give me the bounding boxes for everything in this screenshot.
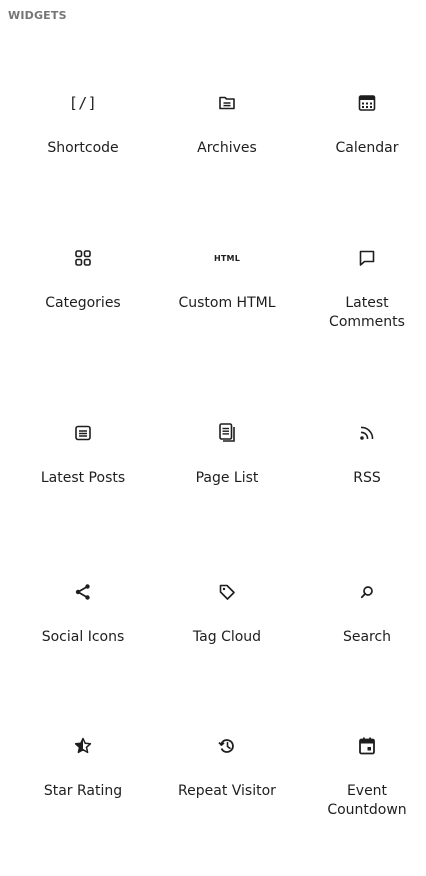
- block-label: Social Icons: [41, 629, 125, 645]
- block-repeat-visitor[interactable]: Repeat Visitor: [162, 726, 292, 876]
- block-label: Search: [342, 629, 392, 645]
- block-label: Categories: [45, 295, 121, 311]
- history-icon: [162, 726, 292, 766]
- comment-icon: [302, 238, 426, 278]
- event-calendar-icon: [302, 726, 426, 766]
- archive-folder-icon: [162, 83, 292, 123]
- block-social-icons[interactable]: Social Icons: [18, 572, 148, 722]
- block-categories[interactable]: Categories: [18, 238, 148, 388]
- block-custom-html[interactable]: HTML Custom HTML: [162, 238, 292, 388]
- share-icon: [18, 572, 148, 612]
- block-label: RSS: [353, 470, 381, 486]
- block-search[interactable]: Search: [302, 572, 426, 722]
- block-label: Latest Comments: [329, 295, 405, 330]
- block-latest-posts[interactable]: Latest Posts: [18, 413, 148, 563]
- block-label: Archives: [197, 140, 257, 156]
- block-tag-cloud[interactable]: Tag Cloud: [162, 572, 292, 722]
- block-label: Custom HTML: [178, 295, 276, 311]
- html-icon: HTML: [213, 253, 240, 263]
- widgets-block-grid: [/] Shortcode Archives Calendar Categori…: [0, 0, 426, 834]
- block-calendar[interactable]: Calendar: [302, 83, 426, 233]
- block-label: Repeat Visitor: [178, 783, 276, 799]
- block-star-rating[interactable]: Star Rating: [18, 726, 148, 876]
- star-icon: [18, 726, 148, 766]
- block-event-countdown[interactable]: Event Countdown: [302, 726, 426, 876]
- post-list-icon: [18, 413, 148, 453]
- block-shortcode[interactable]: [/] Shortcode: [18, 83, 148, 233]
- block-label: Tag Cloud: [192, 629, 262, 645]
- categories-grid-icon: [18, 238, 148, 278]
- shortcode-icon: [/]: [68, 94, 98, 112]
- page-list-icon: [162, 413, 292, 453]
- block-rss[interactable]: RSS: [302, 413, 426, 563]
- rss-icon: [302, 413, 426, 453]
- search-icon: [302, 572, 426, 612]
- block-label: Latest Posts: [40, 470, 126, 486]
- block-archives[interactable]: Archives: [162, 83, 292, 233]
- block-label: Star Rating: [43, 783, 123, 799]
- calendar-icon: [302, 83, 426, 123]
- tag-icon: [162, 572, 292, 612]
- block-label: Event Countdown: [327, 783, 407, 818]
- block-page-list[interactable]: Page List: [162, 413, 292, 563]
- block-label: Calendar: [335, 140, 399, 156]
- block-label: Shortcode: [47, 140, 119, 156]
- block-label: Page List: [195, 470, 259, 486]
- block-latest-comments[interactable]: Latest Comments: [302, 238, 426, 388]
